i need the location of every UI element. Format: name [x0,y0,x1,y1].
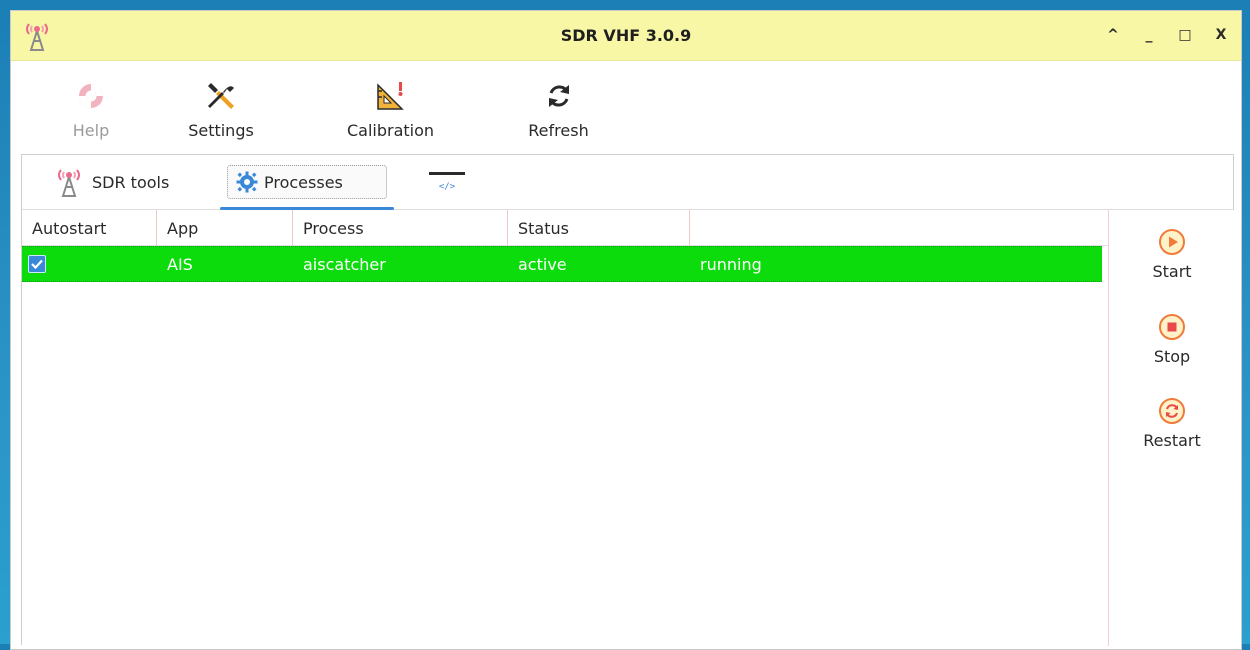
window-controls: ^ _ □ X [1105,23,1229,47]
start-label: Start [1152,262,1192,281]
tools-icon [204,79,238,113]
svg-text:</>: </> [439,182,456,192]
tab-sdr-tools-label: SDR tools [92,172,170,192]
maximize-button[interactable]: □ [1177,23,1193,47]
table-header: Autostart App Process Status [22,210,1108,246]
calibration-triangle-icon [374,79,408,113]
start-button[interactable]: Start [1109,228,1235,281]
process-actions: Start Stop Restart [1109,210,1235,646]
settings-label: Settings [188,121,254,140]
column-header-state[interactable] [690,210,1109,246]
calibration-button[interactable]: Calibration [333,79,448,140]
help-button[interactable]: Help [66,79,116,140]
window-title: SDR VHF 3.0.9 [560,26,692,45]
restart-icon [1158,397,1186,425]
autostart-cell [28,247,148,281]
tab-processes[interactable]: Processes [220,165,394,210]
calibration-label: Calibration [346,121,435,140]
gear-icon [236,171,258,193]
tab-processes-label: Processes [264,172,343,192]
main-toolbar: Help Settings Calibration Refresh [11,61,1241,156]
state-cell: running [700,254,762,274]
settings-button[interactable]: Settings [176,79,266,140]
column-header-autostart[interactable]: Autostart [22,210,157,246]
restart-label: Restart [1143,431,1201,450]
title-bar[interactable]: SDR VHF 3.0.9 ^ _ □ X [11,11,1241,61]
stop-icon [1158,313,1186,341]
tab-sdr-tools[interactable]: SDR tools [52,165,212,199]
stop-button[interactable]: Stop [1109,313,1235,366]
column-header-process[interactable]: Process [293,210,508,246]
check-icon [31,259,43,270]
collapse-button[interactable]: ^ [1105,23,1121,47]
process-table: Autostart App Process Status AIS aiscatc… [22,210,1109,646]
antenna-icon [58,169,80,197]
column-header-status[interactable]: Status [508,210,690,246]
stop-label: Stop [1153,347,1191,366]
code-icon: </> [429,172,465,192]
refresh-label: Refresh [528,121,589,140]
lifebuoy-icon [74,79,108,113]
tab-bar: SDR tools Processes </> [22,155,1233,210]
app-cell: AIS [167,254,193,274]
help-label: Help [72,121,110,140]
tab-code[interactable]: </> [427,165,467,199]
app-window: SDR VHF 3.0.9 ^ _ □ X Help Settings Cali… [10,10,1242,650]
close-button[interactable]: X [1213,23,1229,47]
minimize-button[interactable]: _ [1141,23,1157,47]
autostart-checkbox[interactable] [28,255,46,273]
refresh-button[interactable]: Refresh [516,79,601,140]
process-cell: aiscatcher [303,254,386,274]
table-row[interactable]: AIS aiscatcher active running [22,246,1102,282]
status-cell: active [518,254,567,274]
main-panel: SDR tools Processes </> Autostart App Pr… [21,154,1235,646]
refresh-icon [542,79,576,113]
column-header-app[interactable]: App [157,210,293,246]
restart-button[interactable]: Restart [1109,397,1235,450]
play-icon [1158,228,1186,256]
